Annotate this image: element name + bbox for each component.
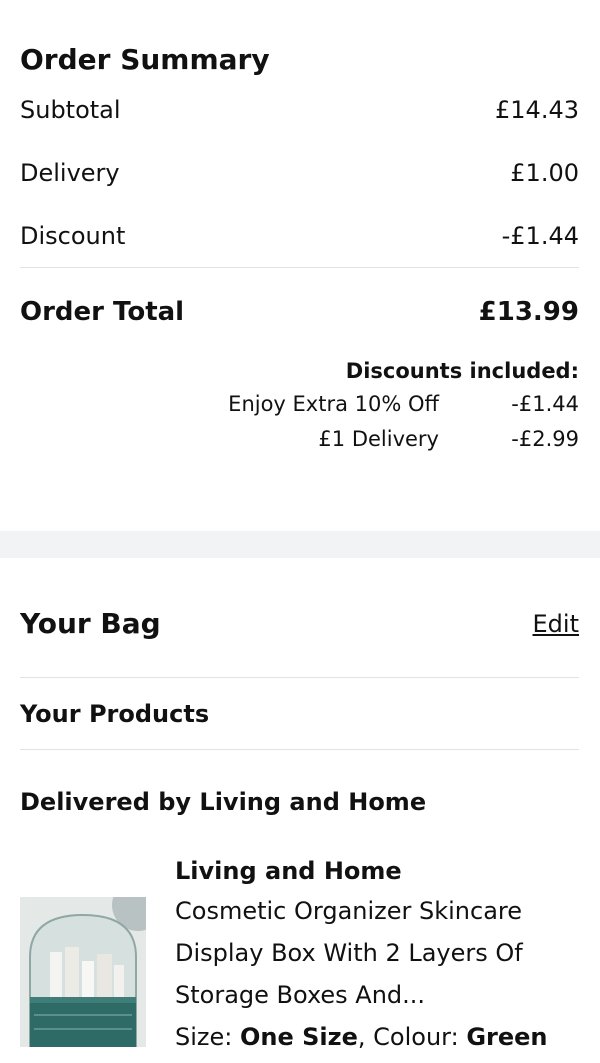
edit-bag-link[interactable]: Edit	[533, 610, 579, 638]
discount-value: -£1.44	[501, 221, 579, 250]
product-attributes: Size: One Size, Colour: Green	[175, 1023, 548, 1051]
subtotal-row: Subtotal £14.43	[20, 78, 579, 141]
order-summary-title: Order Summary	[20, 43, 270, 76]
size-label: Size:	[175, 1023, 233, 1051]
product-info: Living and Home Cosmetic Organizer Skinc…	[175, 852, 575, 1058]
product-seller: Living and Home	[175, 857, 402, 885]
discount-item-name: £1 Delivery	[318, 426, 439, 451]
discount-item-value: -£1.44	[511, 391, 579, 416]
colour-value: Green	[466, 1023, 548, 1051]
bag-header: Your Bag Edit	[20, 558, 579, 677]
size-value: One Size	[240, 1023, 358, 1051]
delivery-row: Delivery £1.00	[20, 141, 579, 204]
subtotal-value: £14.43	[495, 95, 579, 124]
discount-item-value: -£2.99	[511, 426, 579, 451]
delivered-by-heading: Delivered by Living and Home	[20, 788, 427, 816]
section-separator	[0, 531, 600, 558]
discount-item: £1 Delivery -£2.99	[20, 421, 579, 456]
product-item[interactable]: Living and Home Cosmetic Organizer Skinc…	[20, 852, 579, 1058]
product-name[interactable]: Cosmetic Organizer Skincare Display Box …	[175, 890, 575, 1016]
organizer-box-image	[20, 897, 146, 1047]
delivery-label: Delivery	[20, 158, 120, 187]
discounts-heading: Discounts included:	[345, 359, 579, 383]
order-total-row: Order Total £13.99	[20, 268, 579, 356]
discount-item: Enjoy Extra 10% Off -£1.44	[20, 386, 579, 421]
discount-row: Discount -£1.44	[20, 204, 579, 267]
colour-label: Colour:	[373, 1023, 459, 1051]
discount-item-name: Enjoy Extra 10% Off	[228, 391, 439, 416]
subtotal-label: Subtotal	[20, 95, 121, 124]
order-total-label: Order Total	[20, 297, 185, 327]
delivery-value: £1.00	[510, 158, 579, 187]
order-summary: Order Summary Subtotal £14.43 Delivery £…	[0, 0, 600, 531]
your-products-title: Your Products	[20, 699, 210, 728]
order-total-value: £13.99	[478, 297, 579, 327]
bag-title: Your Bag	[20, 607, 161, 640]
your-bag: Your Bag Edit Your Products Delivered by…	[0, 558, 600, 1058]
product-image[interactable]	[20, 897, 146, 1047]
discount-label: Discount	[20, 221, 126, 250]
